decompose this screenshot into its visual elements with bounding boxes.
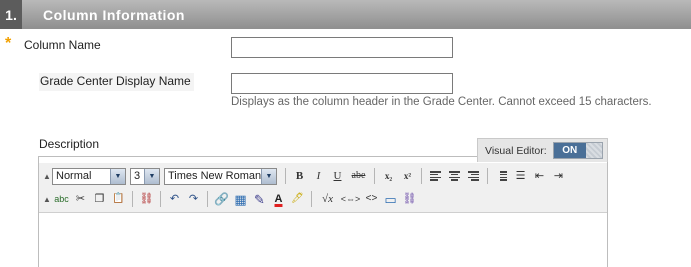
font-size-select[interactable]: 3 ▼ bbox=[130, 167, 160, 185]
toolbar-row-2: ▲ abc ✂ ❐ 📋 ⛓ ↶ ↷ 🔗 ▦ ✎ A 🖊 √x <⇔> <> ▭ … bbox=[39, 188, 419, 210]
numbered-list-button[interactable] bbox=[494, 168, 510, 184]
visual-editor-label: Visual Editor: bbox=[485, 144, 547, 157]
section-number: 1. bbox=[0, 0, 22, 29]
section-title: Column Information bbox=[43, 6, 185, 23]
link-icon[interactable]: 🔗 bbox=[214, 191, 230, 207]
toolbar-divider bbox=[132, 191, 133, 207]
editor-toolbar: ▲ Normal ▼ 3 ▼ Times New Roman ▼ B I U a… bbox=[39, 163, 607, 213]
indent-button[interactable]: ⇥ bbox=[551, 168, 567, 184]
description-label: Description bbox=[39, 137, 100, 151]
column-name-label: Column Name bbox=[24, 38, 101, 52]
collapse-row-icon[interactable]: ▲ bbox=[42, 195, 52, 204]
toolbar-divider bbox=[421, 168, 422, 184]
toolbar-divider bbox=[374, 168, 375, 184]
grade-center-display-name-input[interactable] bbox=[231, 73, 453, 94]
bullet-list-button[interactable]: ☰ bbox=[513, 168, 529, 184]
font-family-select[interactable]: Times New Roman ▼ bbox=[164, 167, 277, 185]
align-center-icon bbox=[449, 171, 460, 181]
outdent-button[interactable]: ⇤ bbox=[532, 168, 548, 184]
align-center-button[interactable] bbox=[447, 168, 463, 184]
text-color-icon[interactable]: A bbox=[271, 191, 287, 207]
collapse-toolbar-icon[interactable]: ▲ bbox=[42, 172, 52, 181]
chevron-down-icon: ▼ bbox=[144, 168, 159, 184]
format-select-value: Normal bbox=[56, 170, 92, 182]
display-name-help-text: Displays as the column header in the Gra… bbox=[231, 96, 652, 108]
editor-content-area[interactable] bbox=[39, 214, 607, 267]
superscript-button[interactable]: x² bbox=[400, 168, 416, 184]
redo-icon[interactable]: ↷ bbox=[186, 191, 202, 207]
toggle-off-handle bbox=[585, 143, 602, 158]
highlight-icon[interactable]: 🖊 bbox=[290, 191, 306, 207]
undo-icon[interactable]: ↶ bbox=[167, 191, 183, 207]
font-family-select-value: Times New Roman bbox=[168, 170, 261, 182]
italic-button[interactable]: I bbox=[311, 168, 327, 184]
section-header: 1. Column Information bbox=[0, 0, 691, 29]
pencil-icon[interactable]: ✎ bbox=[252, 191, 268, 207]
fullscreen-icon[interactable]: ▭ bbox=[383, 191, 399, 207]
embed-icon[interactable]: <⇔> bbox=[341, 191, 361, 207]
align-right-button[interactable] bbox=[466, 168, 482, 184]
numbered-list-icon bbox=[496, 171, 507, 181]
table-icon[interactable]: ▦ bbox=[233, 191, 249, 207]
toolbar-divider bbox=[160, 191, 161, 207]
chevron-down-icon: ▼ bbox=[110, 168, 125, 184]
mashup-icon[interactable]: ⛓ bbox=[402, 191, 418, 207]
font-size-select-value: 3 bbox=[134, 170, 141, 182]
format-select[interactable]: Normal ▼ bbox=[52, 167, 126, 185]
copy-icon[interactable]: ❐ bbox=[92, 191, 108, 207]
strikethrough-button[interactable]: abe bbox=[349, 168, 369, 184]
align-left-button[interactable] bbox=[428, 168, 444, 184]
unlink-icon[interactable]: ⛓ bbox=[139, 191, 155, 207]
required-star-icon: * bbox=[5, 35, 12, 52]
visual-editor-tab: Visual Editor: ON bbox=[477, 138, 608, 162]
chevron-down-icon: ▼ bbox=[261, 168, 276, 184]
math-icon[interactable]: √x bbox=[318, 191, 338, 207]
bold-button[interactable]: B bbox=[292, 168, 308, 184]
align-right-icon bbox=[468, 171, 479, 181]
column-name-input[interactable] bbox=[231, 37, 453, 58]
toolbar-row-1: ▲ Normal ▼ 3 ▼ Times New Roman ▼ B I U a… bbox=[39, 165, 568, 187]
toolbar-divider bbox=[487, 168, 488, 184]
grade-center-display-name-label: Grade Center Display Name bbox=[39, 73, 194, 91]
toolbar-divider bbox=[285, 168, 286, 184]
toolbar-divider bbox=[207, 191, 208, 207]
visual-editor-toggle[interactable]: ON bbox=[552, 142, 603, 159]
underline-button[interactable]: U bbox=[330, 168, 346, 184]
toolbar-divider bbox=[311, 191, 312, 207]
spellcheck-icon[interactable]: abc bbox=[54, 191, 70, 207]
paste-icon[interactable]: 📋 bbox=[111, 191, 127, 207]
html-icon[interactable]: <> bbox=[364, 191, 380, 207]
cut-icon[interactable]: ✂ bbox=[73, 191, 89, 207]
subscript-button[interactable]: x₂ bbox=[381, 168, 397, 184]
align-left-icon bbox=[430, 171, 441, 181]
toggle-on-state: ON bbox=[553, 143, 586, 158]
